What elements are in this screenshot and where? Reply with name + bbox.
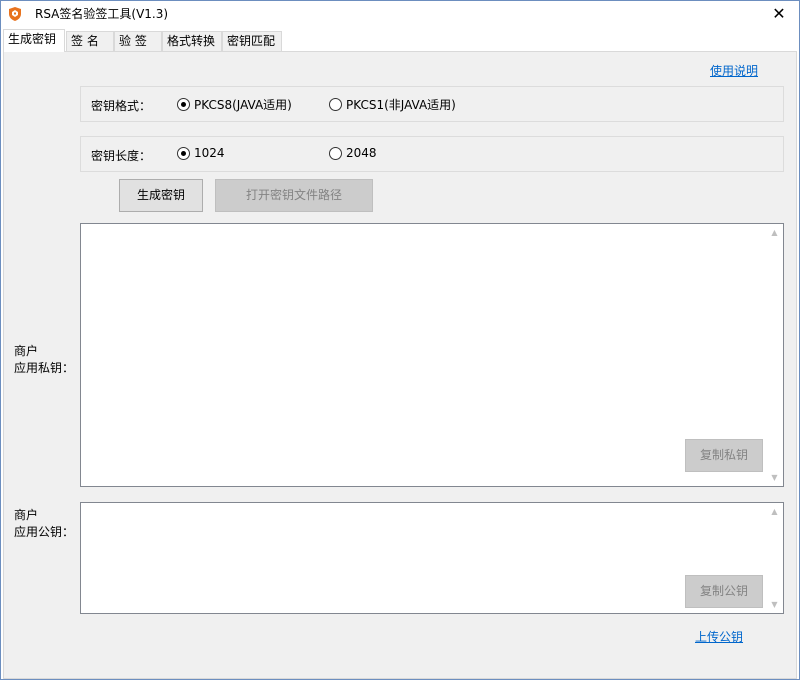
public-key-label-line1: 商户	[14, 508, 39, 522]
generate-key-button[interactable]: 生成密钥	[119, 179, 203, 212]
copy-public-key-button[interactable]: 复制公钥	[685, 575, 763, 608]
radio-pkcs8-label: PKCS8(JAVA适用)	[194, 98, 292, 112]
tab-format-convert[interactable]: 格式转换	[162, 31, 222, 51]
radio-pkcs1-label: PKCS1(非JAVA适用)	[346, 98, 456, 112]
tab-verify[interactable]: 验 签	[114, 31, 162, 51]
radio-pkcs8[interactable]: PKCS8(JAVA适用)	[177, 96, 292, 113]
radio-2048-label: 2048	[346, 146, 377, 160]
public-key-label-line2: 应用公钥：	[14, 525, 75, 539]
public-key-textarea[interactable]: ▲ ▼ 复制公钥	[80, 502, 784, 614]
private-key-textarea[interactable]: ▲ ▼ 复制私钥	[80, 223, 784, 487]
app-logo-icon	[7, 6, 23, 22]
scroll-up-icon[interactable]: ▲	[766, 503, 783, 520]
key-format-label: 密钥格式：	[91, 99, 152, 113]
private-key-value	[81, 224, 783, 230]
tab-key-match[interactable]: 密钥匹配	[222, 31, 282, 51]
radio-1024-dot	[177, 146, 190, 160]
scroll-down-icon[interactable]: ▼	[766, 469, 783, 486]
app-window: RSA签名验签工具(V1.3) ✕ 生成密钥 签 名 验 签 格式转换 密钥匹配…	[0, 0, 800, 680]
radio-1024[interactable]: 1024	[177, 146, 225, 160]
radio-pkcs1[interactable]: PKCS1(非JAVA适用)	[329, 96, 456, 113]
key-length-label: 密钥长度：	[91, 149, 152, 163]
window-title: RSA签名验签工具(V1.3)	[35, 7, 169, 21]
key-format-group: 密钥格式： PKCS8(JAVA适用) PKCS1(非JAVA适用)	[80, 86, 784, 122]
title-bar: RSA签名验签工具(V1.3) ✕	[1, 1, 799, 27]
tab-sign[interactable]: 签 名	[66, 31, 114, 51]
radio-pkcs8-dot	[177, 98, 190, 111]
private-key-label-line1: 商户	[14, 344, 39, 358]
public-key-scrollbar[interactable]: ▲ ▼	[766, 503, 783, 613]
help-link[interactable]: 使用说明	[710, 62, 758, 79]
close-button[interactable]: ✕	[759, 1, 799, 27]
private-key-scrollbar[interactable]: ▲ ▼	[766, 224, 783, 486]
radio-2048[interactable]: 2048	[329, 146, 377, 160]
tab-panel-generate-key: 使用说明 密钥格式： PKCS8(JAVA适用) PKCS1(非JAVA适用) …	[3, 51, 797, 679]
scroll-up-icon[interactable]: ▲	[766, 224, 783, 241]
tab-strip: 生成密钥 签 名 验 签 格式转换 密钥匹配	[3, 29, 797, 52]
upload-public-key-link[interactable]: 上传公钥	[695, 628, 743, 645]
tab-generate-key[interactable]: 生成密钥	[3, 29, 65, 52]
radio-1024-label: 1024	[194, 146, 225, 160]
public-key-value	[81, 503, 783, 509]
copy-private-key-button[interactable]: 复制私钥	[685, 439, 763, 472]
key-length-group: 密钥长度： 1024 2048	[80, 136, 784, 172]
private-key-label-line2: 应用私钥：	[14, 361, 75, 375]
open-key-path-button[interactable]: 打开密钥文件路径	[215, 179, 373, 212]
scroll-down-icon[interactable]: ▼	[766, 596, 783, 613]
radio-2048-dot	[329, 146, 342, 160]
radio-pkcs1-dot	[329, 98, 342, 111]
